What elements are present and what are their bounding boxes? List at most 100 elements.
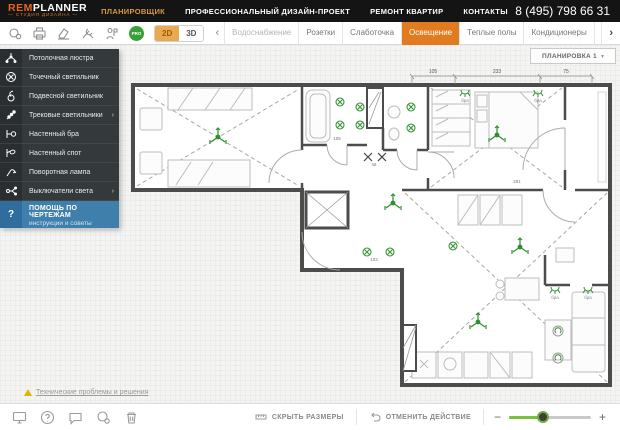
dimension-lines	[409, 73, 595, 84]
bottom-bar: СКРЫТЬ РАЗМЕРЫ ОТМЕНИТЬ ДЕЙСТВИЕ − +	[0, 403, 620, 430]
phone-number: 8 (495) 798 66 31	[515, 4, 610, 18]
light-switches-icon	[0, 182, 22, 201]
view-toggle: 2D 3D	[154, 24, 205, 42]
tab-lowvoltage[interactable]: Слаботочка	[342, 21, 401, 45]
spot-icon	[0, 68, 22, 87]
sidebar-item-label: Настенный спот	[29, 149, 82, 157]
plan-tab[interactable]: ПЛАНИРОВКА 1 ▾	[530, 48, 616, 64]
svg-text:бра: бра	[461, 98, 469, 103]
tab-flooring[interactable]: Наполь	[593, 21, 602, 45]
plan-tab-label: ПЛАНИРОВКА 1	[542, 52, 597, 60]
nav-remont[interactable]: РЕМОНТ КВАРТИР	[370, 7, 443, 16]
record-icon[interactable]	[96, 410, 111, 425]
sidebar-item-track[interactable]: Трековые светильники ›	[0, 106, 119, 125]
svg-text:бра: бра	[584, 295, 592, 300]
undo-button[interactable]: ОТМЕНИТЬ ДЕЙСТВИЕ	[357, 404, 483, 430]
bottom-bar-right: СКРЫТЬ РАЗМЕРЫ ОТМЕНИТЬ ДЕЙСТВИЕ − +	[243, 404, 620, 430]
dim-105: 105	[429, 69, 438, 75]
sidebar-item-chandelier[interactable]: Потолочная люстра	[0, 49, 119, 68]
dim-75: 75	[563, 69, 569, 75]
wall-spot-icon	[0, 144, 22, 163]
lighting-sidebar: Потолочная люстра Точечный светильник Тр…	[0, 49, 119, 228]
tab-water[interactable]: Водоснабжение	[224, 21, 298, 45]
tab-sockets[interactable]: Розетки	[298, 21, 342, 45]
undo-label: ОТМЕНИТЬ ДЕЙСТВИЕ	[385, 413, 471, 421]
zoom-control: − +	[484, 411, 620, 423]
submenu-arrow-icon: ›	[111, 111, 114, 119]
zoom-slider-knob[interactable]	[536, 411, 549, 423]
sconce-icon	[0, 125, 22, 144]
tech-problems-link[interactable]: Технические проблемы и решения	[24, 389, 149, 396]
sidebar-item-label: Поворотная лампа	[29, 168, 91, 176]
eraser-icon[interactable]	[56, 26, 71, 41]
tabs-prev-icon[interactable]: ‹	[210, 27, 224, 39]
svg-text:бра: бра	[551, 295, 559, 300]
sidebar-item-sconce[interactable]: Настенный бра	[0, 125, 119, 144]
sidebar-help-item[interactable]: ? ПОМОЩЬ ПО ЧЕРТЕЖАМ инструкции и советы	[0, 201, 119, 228]
submenu-arrow-icon: ›	[111, 187, 114, 195]
chat-icon[interactable]	[68, 410, 83, 425]
view-3d-button[interactable]: 3D	[179, 25, 204, 41]
question-icon: ?	[0, 201, 22, 228]
hide-sizes-label: СКРЫТЬ РАЗМЕРЫ	[271, 413, 344, 421]
pendant-icon	[0, 87, 22, 106]
pro-badge: PRO	[129, 25, 144, 41]
zoom-slider[interactable]	[508, 411, 591, 423]
zoom-out-button[interactable]: −	[494, 411, 501, 423]
sidebar-item-label: Трековые светильники	[29, 111, 103, 119]
dim-bedroom: 281	[513, 179, 521, 184]
help-title: ПОМОЩЬ ПО ЧЕРТЕЖАМ	[29, 205, 78, 219]
warning-icon	[24, 389, 32, 396]
sidebar-item-pendant[interactable]: Трековые светильникиПодвесной светильник	[0, 87, 119, 106]
ruler-icon	[255, 414, 267, 420]
undo-icon	[370, 412, 381, 422]
plan-tab-caret-icon: ▾	[600, 53, 604, 60]
svg-text:бра: бра	[534, 98, 542, 103]
help-circle-icon[interactable]	[40, 410, 55, 425]
sidebar-item-spot[interactable]: Точечный светильник	[0, 68, 119, 87]
door-label: пв	[372, 162, 377, 167]
snap-settings-icon[interactable]	[8, 26, 23, 41]
toolbar: PRO 2D 3D ‹ Водоснабжение Розетки Слабот…	[0, 21, 620, 45]
logo[interactable]: REMPLANNER — СТУДИЯ ДИЗАЙНА —	[8, 3, 87, 19]
view-2d-button[interactable]: 2D	[155, 25, 180, 41]
tab-lighting[interactable]: Освещение	[401, 21, 460, 45]
sidebar-item-label: Выключатели света	[29, 187, 93, 195]
header: REMPLANNER — СТУДИЯ ДИЗАЙНА — ПЛАНИРОВЩИ…	[0, 0, 620, 22]
help-subtitle: инструкции и советы	[29, 220, 92, 227]
print-icon[interactable]	[32, 26, 47, 41]
logo-subtitle: — СТУДИЯ ДИЗАЙНА —	[8, 13, 79, 19]
tab-heated-floors[interactable]: Теплые полы	[459, 21, 523, 45]
display-icon[interactable]	[12, 410, 27, 425]
main-nav: ПЛАНИРОВЩИК ПРОФЕССИОНАЛЬНЫЙ ДИЗАЙН-ПРОЕ…	[101, 7, 508, 16]
nav-planner[interactable]: ПЛАНИРОВЩИК	[101, 7, 165, 16]
sidebar-item-wall-spot[interactable]: Настенный спот	[0, 144, 119, 163]
sidebar-item-label: Потолочная люстра	[29, 54, 94, 62]
logo-title: REMPLANNER	[8, 3, 87, 14]
sidebar-item-switches[interactable]: Выключатели света ›	[0, 182, 119, 201]
tech-problems-label: Технические проблемы и решения	[36, 389, 149, 396]
sidebar-item-label: Подвесной светильник	[29, 92, 103, 100]
presenter-icon[interactable]	[104, 26, 119, 41]
tab-conditioners[interactable]: Кондиционеры	[523, 21, 593, 45]
swivel-lamp-icon	[0, 163, 22, 182]
bottom-bar-icons	[0, 410, 139, 425]
nav-contacts[interactable]: КОНТАКТЫ	[463, 7, 507, 16]
section-tabs: Водоснабжение Розетки Слаботочка Освещен…	[224, 21, 602, 45]
chandelier-icon	[0, 49, 22, 68]
toolbar-icons	[0, 26, 127, 41]
sidebar-item-label: Настенный бра	[29, 130, 79, 138]
nav-design-project[interactable]: ПРОФЕССИОНАЛЬНЫЙ ДИЗАЙН-ПРОЕКТ	[185, 7, 350, 16]
tabs-next-icon[interactable]: ›	[601, 22, 620, 44]
dim-hall: 103	[370, 257, 378, 262]
sidebar-item-label: Точечный светильник	[29, 73, 99, 81]
hide-sizes-button[interactable]: СКРЫТЬ РАЗМЕРЫ	[243, 404, 356, 430]
dim-bath: 105	[333, 136, 341, 141]
track-lights-icon	[0, 106, 22, 125]
dim-233: 233	[493, 69, 502, 75]
tools-icon[interactable]	[80, 26, 95, 41]
zoom-in-button[interactable]: +	[599, 411, 606, 423]
trash-icon[interactable]	[124, 410, 139, 425]
sidebar-item-swivel-lamp[interactable]: Поворотная лампа	[0, 163, 119, 182]
remplanner-app: REMPLANNER — СТУДИЯ ДИЗАЙНА — ПЛАНИРОВЩИ…	[0, 0, 620, 430]
